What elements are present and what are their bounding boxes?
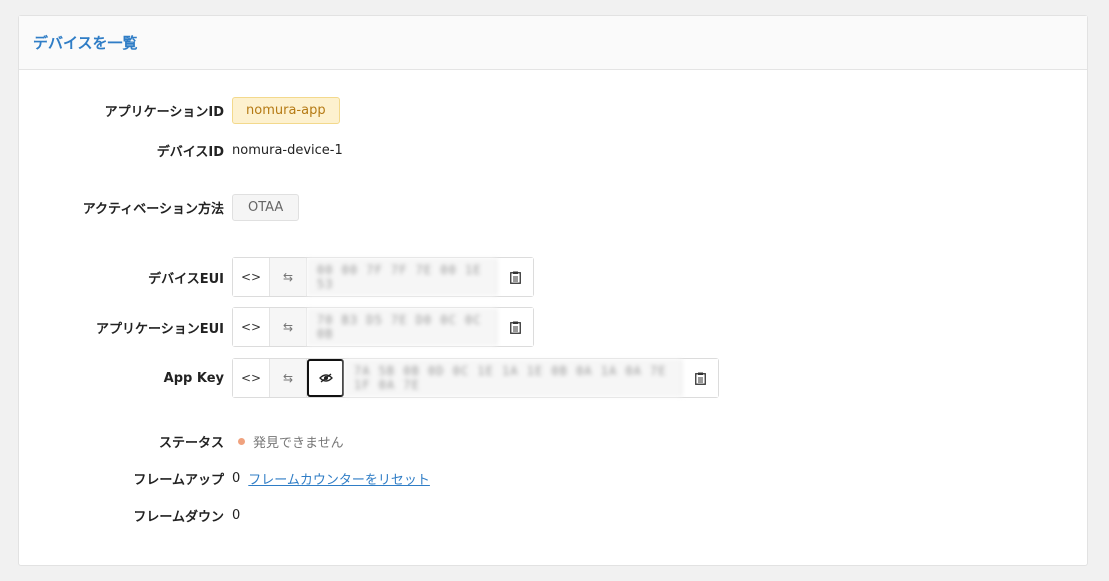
row-app-id: アプリケーションID nomura-app	[19, 97, 1087, 124]
row-app-key: App Key <> ⇆ 7A 5B 0B 0D 0C 1E 1A 1E 0B …	[19, 358, 1087, 398]
frames-down-label: フレームダウン	[133, 510, 224, 525]
swap-icon: ⇆	[282, 371, 294, 385]
app-eui-field: <> ⇆ 70 B3 D5 7E D0 0C 0C 0B	[232, 307, 534, 347]
app-key-label: App Key	[163, 370, 224, 386]
format-toggle-button[interactable]: <>	[233, 258, 270, 296]
code-icon: <>	[240, 270, 262, 284]
status-label: ステータス	[158, 436, 224, 451]
clipboard-icon	[694, 372, 706, 385]
byte-order-button[interactable]: ⇆	[270, 258, 307, 296]
reset-frame-counter-link[interactable]: フレームカウンターをリセット	[248, 469, 430, 488]
card-header: デバイスを一覧	[19, 16, 1087, 70]
app-key-field: <> ⇆ 7A 5B 0B 0D 0C 1E 1A 1E 0B 0A 1A 0A…	[232, 358, 719, 398]
copy-button[interactable]	[682, 359, 718, 397]
activation-tag: OTAA	[232, 194, 300, 221]
byte-order-button[interactable]: ⇆	[270, 359, 307, 397]
row-activation: アクティベーション方法 OTAA	[19, 194, 1087, 221]
status-dot-icon	[238, 438, 245, 445]
app-eui-label: アプリケーションEUI	[95, 321, 224, 337]
clipboard-icon	[509, 321, 521, 334]
app-id-label: アプリケーションID	[104, 105, 224, 120]
status-value: 発見できません	[253, 436, 344, 451]
app-key-value[interactable]: 7A 5B 0B 0D 0C 1E 1A 1E 0B 0A 1A 0A 7E 1…	[344, 359, 682, 397]
format-toggle-button[interactable]: <>	[233, 359, 270, 397]
copy-button[interactable]	[497, 258, 533, 296]
copy-button[interactable]	[497, 308, 533, 346]
frames-up-label: フレームアップ	[133, 473, 224, 488]
app-eui-value[interactable]: 70 B3 D5 7E D0 0C 0C 0B	[307, 308, 497, 346]
dev-eui-label: デバイスEUI	[148, 271, 224, 287]
format-toggle-button[interactable]: <>	[233, 308, 270, 346]
frames-down-value: 0	[232, 508, 241, 523]
dev-eui-field: <> ⇆ 00 00 7F 7F 7E 00 1E 53	[232, 257, 534, 297]
row-frames-up: フレームアップ 0 フレームカウンターをリセット	[19, 469, 1087, 488]
clipboard-icon	[509, 271, 521, 284]
row-status: ステータス 発見できません	[19, 432, 1087, 451]
code-icon: <>	[240, 371, 262, 385]
frames-up-value: 0	[232, 471, 241, 486]
row-dev-eui: デバイスEUI <> ⇆ 00 00 7F 7F 7E 00 1E 53	[19, 257, 1087, 297]
row-app-eui: アプリケーションEUI <> ⇆ 70 B3 D5 7E D0 0C 0C 0B	[19, 307, 1087, 347]
row-device-id: デバイスID nomura-device-1	[19, 141, 1087, 160]
toggle-visibility-button[interactable]	[307, 359, 344, 397]
eye-slash-icon	[318, 373, 333, 383]
byte-order-button[interactable]: ⇆	[270, 308, 307, 346]
device-card: デバイスを一覧 アプリケーションID nomura-app デバイスID nom…	[18, 15, 1088, 566]
swap-icon: ⇆	[282, 320, 294, 334]
device-id-label: デバイスID	[156, 145, 224, 160]
app-id-tag[interactable]: nomura-app	[232, 97, 340, 124]
code-icon: <>	[240, 320, 262, 334]
swap-icon: ⇆	[282, 270, 294, 284]
activation-label: アクティベーション方法	[82, 202, 224, 217]
dev-eui-value[interactable]: 00 00 7F 7F 7E 00 1E 53	[307, 258, 497, 296]
page-title: デバイスを一覧	[33, 34, 138, 52]
device-id-value: nomura-device-1	[232, 143, 343, 158]
row-frames-down: フレームダウン 0	[19, 506, 1087, 525]
